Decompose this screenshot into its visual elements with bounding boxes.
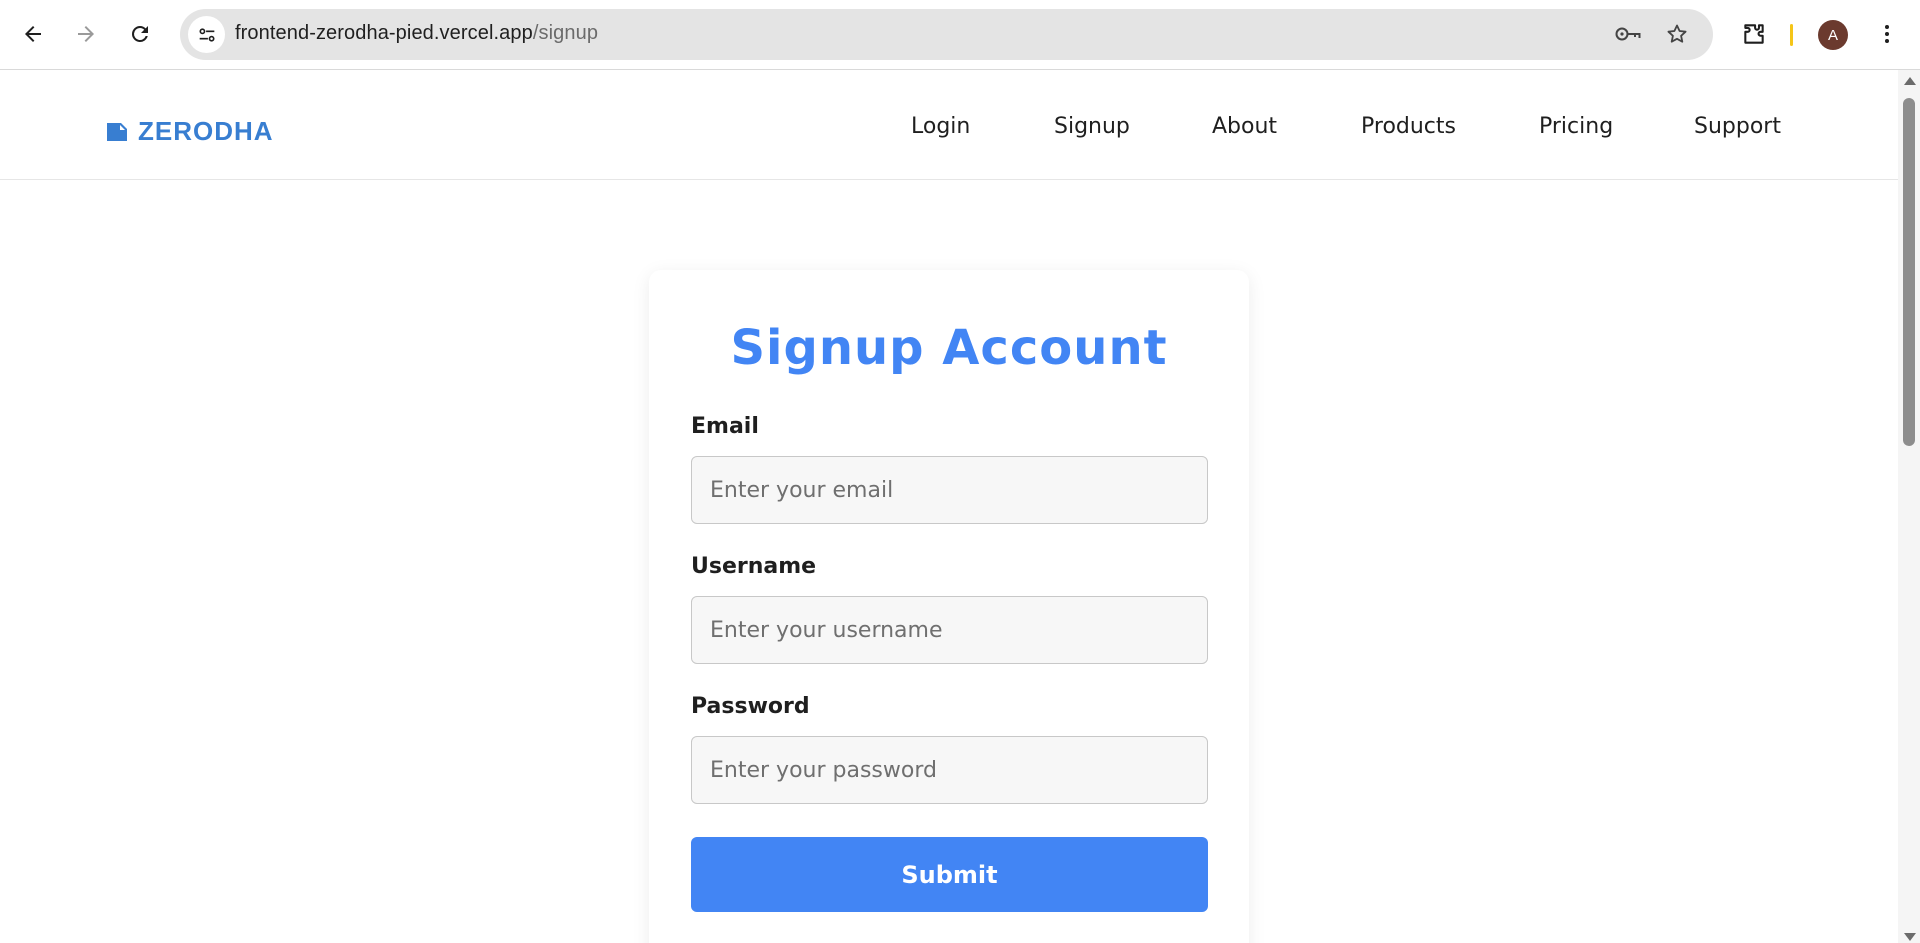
password-field[interactable] — [691, 736, 1208, 804]
email-field[interactable] — [691, 456, 1208, 524]
url-text: frontend-zerodha-pied.vercel.app/signup — [235, 22, 598, 45]
page-viewport: ZERODHA Login Signup About Products Pric… — [0, 70, 1898, 943]
browser-toolbar: frontend-zerodha-pied.vercel.app/signup … — [0, 0, 1920, 70]
extensions-puzzle-icon — [1744, 24, 1764, 44]
scroll-up-arrow-icon[interactable] — [1904, 77, 1916, 85]
password-label: Password — [691, 694, 810, 719]
signup-card: Signup Account Email Username Password S… — [649, 270, 1249, 943]
nav-link-login[interactable]: Login — [911, 114, 970, 139]
reload-icon — [132, 25, 148, 42]
url-path: /signup — [532, 22, 599, 44]
url-host: frontend-zerodha-pied.vercel.app — [235, 22, 533, 44]
nav-links: Login Signup About Products Pricing Supp… — [0, 114, 1898, 148]
username-field[interactable] — [691, 596, 1208, 664]
scroll-thumb[interactable] — [1903, 98, 1915, 446]
profile-initial: A — [1827, 26, 1838, 44]
nav-link-signup[interactable]: Signup — [1054, 114, 1130, 139]
address-bar[interactable]: frontend-zerodha-pied.vercel.app/signup — [180, 9, 1713, 60]
site-navbar: ZERODHA Login Signup About Products Pric… — [0, 70, 1898, 180]
bookmark-button[interactable] — [1662, 19, 1692, 49]
submit-button[interactable]: Submit — [691, 837, 1208, 912]
toolbar-divider — [1790, 24, 1793, 46]
nav-link-products[interactable]: Products — [1361, 114, 1456, 139]
forward-button[interactable] — [65, 13, 107, 55]
reload-button[interactable] — [119, 13, 161, 55]
more-menu-icon — [1885, 25, 1889, 43]
email-label: Email — [691, 414, 759, 439]
username-label: Username — [691, 554, 817, 579]
back-arrow-icon — [25, 26, 41, 42]
password-manager-button[interactable] — [1613, 19, 1643, 49]
profile-avatar[interactable]: A — [1818, 20, 1848, 50]
extensions-button[interactable] — [1737, 17, 1771, 51]
nav-link-pricing[interactable]: Pricing — [1539, 114, 1613, 139]
browser-menu-button[interactable] — [1870, 17, 1904, 51]
forward-arrow-icon — [78, 26, 94, 42]
nav-link-support[interactable]: Support — [1694, 114, 1781, 139]
back-button[interactable] — [12, 13, 54, 55]
page-scrollbar[interactable] — [1898, 70, 1920, 943]
signup-title: Signup Account — [730, 320, 1168, 376]
nav-link-about[interactable]: About — [1212, 114, 1277, 139]
scroll-down-arrow-icon[interactable] — [1904, 933, 1916, 941]
password-key-icon — [1615, 27, 1641, 41]
bookmark-star-icon — [1667, 24, 1687, 43]
site-settings-icon — [198, 27, 215, 42]
site-info-button[interactable] — [188, 16, 225, 53]
